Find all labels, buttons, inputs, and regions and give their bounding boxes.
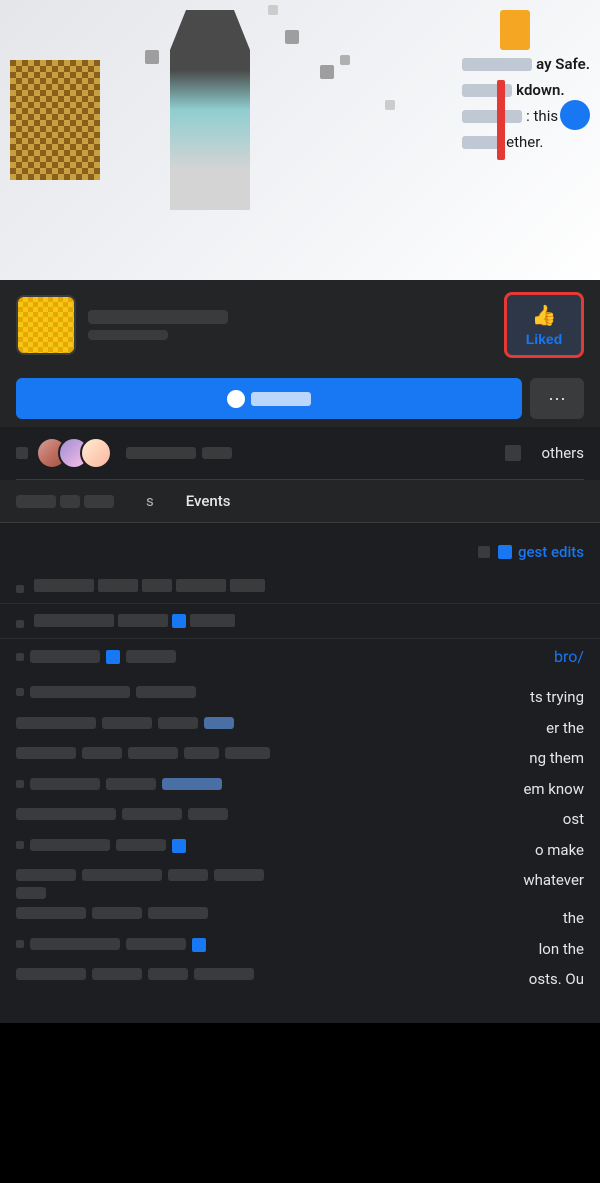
visible-text-safe: ay Safe. <box>536 55 590 73</box>
page-avatar <box>16 295 76 355</box>
partial-text-o-make: o make <box>304 839 584 862</box>
visible-text-this: : this <box>526 107 558 125</box>
others-text: others <box>541 444 584 462</box>
tab-s[interactable]: s <box>130 480 170 522</box>
partial-text-osts-ou: osts. Ou <box>304 968 584 991</box>
decoration-sq <box>145 50 159 64</box>
thumbs-up-icon: 👍 <box>532 303 557 328</box>
bullet <box>16 940 24 948</box>
suggest-edits-text: gest edits <box>518 543 584 561</box>
yellow-decoration <box>500 10 530 50</box>
long-text-section: ts trying er the ng <box>0 674 600 1011</box>
pixelated-avatar-left <box>10 60 100 180</box>
liked-button[interactable]: 👍 Liked <box>504 292 584 358</box>
partial-text-whatever: whatever <box>304 869 584 892</box>
text-line <box>136 686 196 698</box>
partial-text-the: the <box>304 907 584 930</box>
long-text-row: ost <box>16 808 584 831</box>
followers-row: others <box>0 427 600 479</box>
follower-avatars <box>36 437 102 469</box>
top-blurred-section: ay Safe. kdown. : this ether. <box>0 0 600 280</box>
nav-tabs: s Events <box>0 480 600 523</box>
post-text-pixels <box>34 579 584 592</box>
long-text-row: er the <box>16 717 584 740</box>
visible-text-kdown: kdown. <box>516 81 564 99</box>
blue-circle-decoration <box>560 100 590 130</box>
bullet <box>16 841 24 849</box>
post-item <box>0 569 600 604</box>
long-text-row: ts trying <box>16 686 584 709</box>
page-name-bar <box>88 310 228 324</box>
long-text-row: o make <box>16 839 584 862</box>
partial-text-ost: ost <box>304 808 584 831</box>
long-text-row: lon the <box>16 938 584 961</box>
partial-text-er-the: er the <box>304 717 584 740</box>
facebook-page-section: 👍 Liked ··· others <box>0 280 600 1023</box>
long-text-row: whatever <box>16 869 584 899</box>
red-bar-decoration <box>497 80 505 160</box>
suggest-icon <box>498 545 512 559</box>
post-text-pixels <box>34 614 584 628</box>
bullet <box>16 688 24 696</box>
page-info <box>88 310 492 340</box>
follow-button[interactable] <box>16 378 522 419</box>
nav-tab-placeholder <box>16 480 114 522</box>
post-item <box>0 604 600 639</box>
partial-text-em-know: em know <box>304 778 584 801</box>
text-line <box>30 686 130 698</box>
more-dots: ··· <box>548 388 566 409</box>
long-text-row: ng them <box>16 747 584 770</box>
bro-link[interactable]: bro/ <box>554 647 584 666</box>
long-text-row: em know <box>16 778 584 801</box>
post-line <box>30 650 100 663</box>
more-button[interactable]: ··· <box>530 378 584 419</box>
pixelated-person-center <box>170 10 250 210</box>
partial-text-ng-them: ng them <box>304 747 584 770</box>
follow-label-bar <box>251 392 311 406</box>
blue-sq <box>106 650 120 664</box>
action-bar: ··· <box>0 370 600 427</box>
pixel-sq <box>16 447 28 459</box>
pixel-sq <box>340 55 350 65</box>
page-header: 👍 Liked <box>0 280 600 370</box>
suggest-edits-bar[interactable]: gest edits <box>0 535 600 569</box>
post-list: bro/ <box>0 569 600 674</box>
follow-icon <box>227 390 245 408</box>
visible-text-ether: ether. <box>506 133 543 151</box>
post-bullet <box>16 585 24 593</box>
pixel-sq <box>385 100 395 110</box>
liked-label: Liked <box>526 331 563 347</box>
partial-text-lon-the: lon the <box>304 938 584 961</box>
bullet <box>16 653 24 661</box>
page-sub-bar <box>88 330 168 340</box>
bullet <box>16 780 24 788</box>
content-area: gest edits <box>0 523 600 1023</box>
pixel-sq <box>268 5 278 15</box>
pixel-sq-blue <box>478 546 490 558</box>
long-text-row: the <box>16 907 584 930</box>
partial-text-ts-trying: ts trying <box>304 686 584 709</box>
long-text-row: osts. Ou <box>16 968 584 991</box>
decoration-sq <box>320 65 334 79</box>
follower-avatar <box>80 437 112 469</box>
post-line <box>126 650 176 663</box>
post-bullet <box>16 620 24 628</box>
bro-section: bro/ <box>0 639 600 674</box>
tab-events[interactable]: Events <box>170 480 247 522</box>
decoration-sq <box>285 30 299 44</box>
